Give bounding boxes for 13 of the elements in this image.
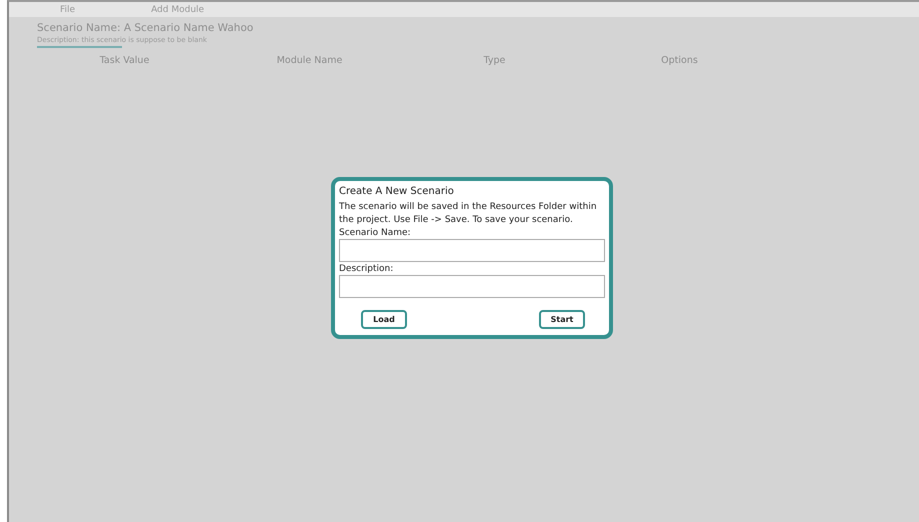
field-label: Scenario Name: [339,227,412,239]
column-header: Type [482,55,506,66]
dialog-button[interactable]: Start [539,310,585,329]
dialog-message: The scenario will be saved in the Resources Folder within the project. Use File -> Save. To save your scenario. [339,201,598,226]
column-header: Task Value [98,55,150,66]
scenario-name: Scenario Name: A Scenario Name Wahoo [37,21,254,35]
column-header: Options [660,55,699,66]
field-label: Description: [339,263,394,275]
input-field[interactable] [339,275,605,298]
dialog-button[interactable]: Load [361,310,407,329]
column-header: Module Name [276,55,344,66]
input-field[interactable] [339,239,605,262]
dialog-title: Create A New Scenario [339,185,455,199]
